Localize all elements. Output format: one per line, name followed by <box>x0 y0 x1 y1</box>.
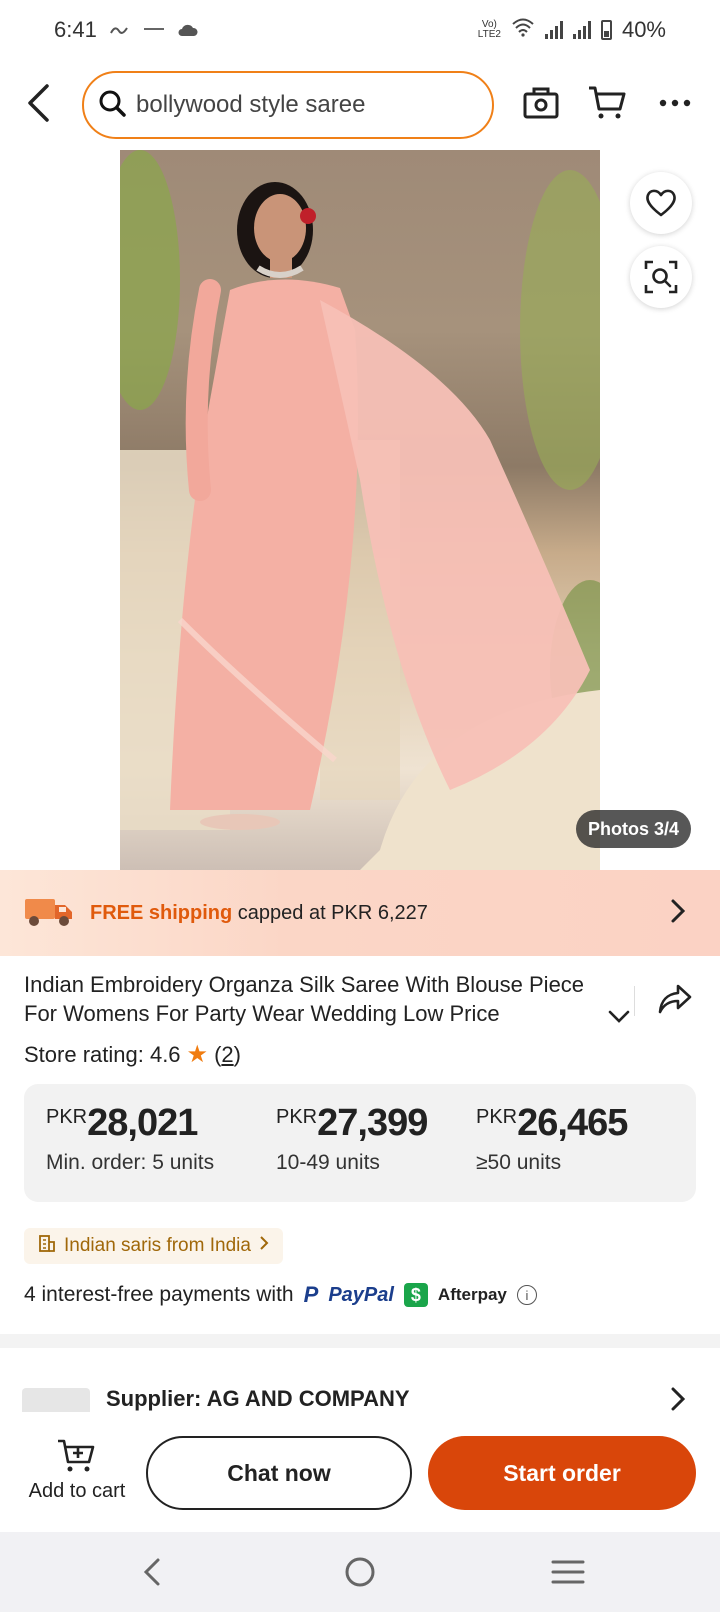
nav-back-icon[interactable] <box>130 1550 174 1594</box>
price-currency: PKR <box>276 1106 318 1128</box>
payments-text: 4 interest-free payments with <box>24 1283 294 1306</box>
notification-icon <box>109 17 131 43</box>
share-icon[interactable] <box>658 984 692 1019</box>
add-cart-icon <box>22 1438 132 1474</box>
cloud-icon <box>177 17 199 43</box>
supplier-label: Supplier: <box>106 1386 202 1411</box>
star-icon: ★ <box>186 1041 209 1068</box>
add-to-cart-button[interactable]: Add to cart <box>22 1438 132 1503</box>
price-currency: PKR <box>46 1106 88 1128</box>
product-gallery[interactable]: Photos 3/4 <box>0 146 720 870</box>
delivery-truck-icon <box>24 893 74 934</box>
price-quantity: 10-49 units <box>276 1151 380 1174</box>
supplier-text: Supplier: AG AND COMPANY <box>106 1386 410 1412</box>
shipping-highlight: FREE shipping <box>90 901 233 924</box>
product-title-area: Indian Embroidery Organza Silk Saree Wit… <box>24 970 634 1028</box>
supplier-row[interactable]: Supplier: AG AND COMPANY <box>0 1370 720 1412</box>
price-amount: 26,465 <box>517 1102 628 1144</box>
section-divider <box>0 1334 720 1348</box>
signal-icon-2 <box>572 21 591 39</box>
saree-illustration <box>120 150 600 870</box>
title-divider <box>634 986 635 1016</box>
price-quantity: Min. order: 5 units <box>46 1151 215 1174</box>
wifi-icon <box>511 17 535 43</box>
system-nav-bar <box>0 1532 720 1612</box>
supplier-logo <box>22 1388 90 1412</box>
back-icon[interactable] <box>18 80 58 126</box>
building-icon <box>38 1233 56 1259</box>
shipping-text: FREE shipping capped at PKR 6,227 <box>90 902 428 925</box>
supplier-name: AG AND COMPANY <box>206 1386 410 1411</box>
chevron-down-icon[interactable] <box>608 1010 630 1029</box>
bottom-action-bar: Add to cart Chat now Start order <box>0 1412 720 1532</box>
store-rating-label: Store rating: 4.6 <box>24 1041 181 1067</box>
signal-icon-1 <box>544 21 563 39</box>
nav-home-icon[interactable] <box>338 1550 382 1594</box>
chevron-right-icon <box>259 1235 269 1257</box>
price-tier: PKR 27,399 10-49 units <box>276 1102 428 1175</box>
add-to-cart-label: Add to cart <box>28 1480 126 1502</box>
start-order-button[interactable]: Start order <box>428 1436 696 1510</box>
price-tier: PKR 26,465 ≥50 units <box>476 1102 628 1175</box>
status-time: 6:41 <box>54 17 97 42</box>
chevron-right-icon <box>670 898 686 929</box>
origin-tag-label: Indian saris from India <box>64 1235 251 1256</box>
favorite-heart-icon[interactable] <box>630 172 692 234</box>
paypal-label: PayPal <box>328 1283 394 1306</box>
payment-options: 4 interest-free payments with P PayPal $… <box>24 1282 537 1308</box>
search-box[interactable] <box>82 71 494 139</box>
afterpay-label: Afterpay <box>437 1285 507 1304</box>
price-tier: PKR 28,021 Min. order: 5 units <box>46 1102 214 1175</box>
volte-icon: Vo) LTE2 <box>477 19 501 40</box>
search-input[interactable] <box>136 91 476 119</box>
rating-count[interactable]: (2) <box>214 1042 241 1068</box>
price-currency: PKR <box>476 1106 518 1128</box>
afterpay-logo-icon: $ <box>403 1283 428 1307</box>
chat-now-button[interactable]: Chat now <box>146 1436 412 1510</box>
free-shipping-banner[interactable]: FREE shipping capped at PKR 6,227 <box>0 870 720 956</box>
product-title: Indian Embroidery Organza Silk Saree Wit… <box>24 972 585 1026</box>
battery-icon <box>600 20 612 40</box>
origin-tag[interactable]: Indian saris from India <box>24 1228 283 1264</box>
visual-search-icon[interactable] <box>630 246 692 308</box>
price-quantity: ≥50 units <box>476 1151 562 1174</box>
header <box>0 66 720 142</box>
battery-level: 40% <box>621 17 666 42</box>
store-rating: Store rating: 4.6 ★ (2) <box>24 1040 241 1069</box>
nav-menu-icon[interactable] <box>546 1550 590 1594</box>
chevron-right-icon <box>670 1386 686 1412</box>
search-icon <box>98 89 126 122</box>
more-icon[interactable] <box>652 80 698 126</box>
price-amount: 28,021 <box>87 1102 198 1144</box>
paypal-logo-icon: P <box>303 1282 319 1307</box>
price-tiers: PKR 28,021 Min. order: 5 units PKR 27,399 … <box>24 1084 696 1202</box>
camera-icon[interactable] <box>518 80 564 126</box>
info-icon[interactable]: i <box>516 1285 537 1305</box>
shipping-cap-text: capped at PKR 6,227 <box>232 901 428 924</box>
photo-counter-badge: Photos 3/4 <box>576 810 692 848</box>
product-photo[interactable] <box>120 150 600 870</box>
status-bar: 6:41 Vo) LTE2 40% <box>0 0 720 60</box>
app-notification-icon <box>143 23 165 37</box>
cart-icon[interactable] <box>584 80 630 126</box>
price-amount: 27,399 <box>317 1102 428 1144</box>
